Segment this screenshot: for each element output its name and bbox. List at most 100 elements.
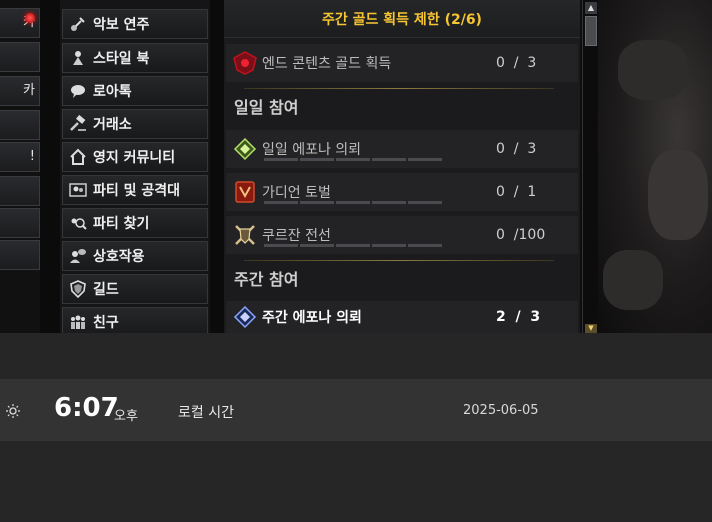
weekly-gold-panel: 주간 골드 획득 제한 (2/6) 엔드 콘텐츠 골드 획득 0 / 3 일일 … xyxy=(224,0,580,333)
menu-item-exchange[interactable]: 거래소 xyxy=(62,109,208,139)
menu-item-lopang-talk[interactable]: 로아톡 xyxy=(62,76,208,106)
menu-item-label: 길드 xyxy=(93,282,119,298)
menu-item-interaction[interactable]: 상호작용 xyxy=(62,241,208,271)
guardian-raid-count: 0 / 1 xyxy=(496,184,537,200)
menu-item-label: 친구 xyxy=(93,315,119,331)
progress-pips xyxy=(264,158,442,161)
progress-pip xyxy=(408,201,442,204)
scroll-down-icon[interactable]: ▼ xyxy=(585,324,597,333)
background-rock xyxy=(618,40,688,100)
menu-item-label: 악보 연주 xyxy=(93,17,150,33)
menu-item-label: 파티 찾기 xyxy=(93,216,150,232)
shield-icon xyxy=(63,275,93,303)
menu-item-friends[interactable]: 친구 xyxy=(62,307,208,333)
weekly-epona-name: 주간 에포나 의뢰 xyxy=(262,310,362,326)
progress-pip xyxy=(264,158,298,161)
daily-row-guardian[interactable]: 가디언 토벌 0 / 1 xyxy=(226,173,578,211)
menu-item-label: 거래소 xyxy=(93,117,132,133)
end-content-count: 0 / 3 xyxy=(496,55,537,71)
section-divider xyxy=(244,88,554,89)
left-menu-item[interactable] xyxy=(0,240,40,270)
screen: 카 카 ! 악보 연주 스타일 북 xyxy=(0,0,712,522)
menu-item-party-finder[interactable]: 파티 찾기 xyxy=(62,208,208,238)
daily-row-kurzan[interactable]: 쿠르잔 전선 0 /100 xyxy=(226,216,578,254)
left-menu-item[interactable]: ! xyxy=(0,142,40,172)
gavel-icon xyxy=(63,110,93,138)
weekly-row-epona[interactable]: 주간 에포나 의뢰 2 / 3 xyxy=(226,301,578,333)
guardian-raid-name: 가디언 토벌 xyxy=(262,185,331,201)
frame-divider xyxy=(210,0,224,333)
weekly-epona-icon xyxy=(230,302,260,332)
progress-pip xyxy=(336,201,370,204)
progress-pip xyxy=(408,158,442,161)
left-menu-item[interactable] xyxy=(0,42,40,72)
progress-pip xyxy=(264,201,298,204)
progress-pips xyxy=(264,201,442,204)
menu-item-stronghold-community[interactable]: 영지 커뮤니티 xyxy=(62,142,208,172)
menu-item-guild[interactable]: 길드 xyxy=(62,274,208,304)
daily-epona-name: 일일 에포나 의뢰 xyxy=(262,142,362,158)
left-menu-item[interactable] xyxy=(0,208,40,238)
community-menu: 악보 연주 스타일 북 로아톡 거래소 영지 커뮤니티 파티 및 공격대 파티 … xyxy=(60,0,210,333)
background-rock xyxy=(603,250,663,310)
house-icon xyxy=(63,143,93,171)
menu-item-music[interactable]: 악보 연주 xyxy=(62,9,208,39)
menu-item-label: 스타일 북 xyxy=(93,51,150,67)
progress-pip xyxy=(372,201,406,204)
clock-time: 6:07 xyxy=(54,393,119,423)
progress-pip xyxy=(300,201,334,204)
section-divider xyxy=(244,260,554,261)
chat-bubble-icon xyxy=(63,77,93,105)
daily-epona-count: 0 / 3 xyxy=(496,141,537,157)
daily-section-title: 일일 참여 xyxy=(234,98,299,117)
left-menu-item[interactable]: 카 xyxy=(0,8,40,38)
interaction-icon xyxy=(63,242,93,270)
background-rock xyxy=(648,150,708,240)
kurzan-front-name: 쿠르잔 전선 xyxy=(262,228,331,244)
menu-item-style-book[interactable]: 스타일 북 xyxy=(62,43,208,73)
progress-pip xyxy=(336,244,370,247)
panel-scrollbar[interactable]: ▲ ▼ xyxy=(582,0,598,333)
frame-divider xyxy=(40,0,60,333)
party-search-icon xyxy=(63,209,93,237)
progress-pip xyxy=(336,158,370,161)
weekly-section-title: 주간 참여 xyxy=(234,270,299,289)
clock-bar: 6:07 오후 로컬 시간 2025-06-05 xyxy=(0,379,712,441)
menu-item-label: 영지 커뮤니티 xyxy=(93,150,176,166)
kurzan-front-icon xyxy=(230,220,260,250)
sun-icon[interactable] xyxy=(6,403,20,418)
taskbar-bottom xyxy=(0,441,712,522)
progress-pip xyxy=(372,244,406,247)
menu-item-label: 파티 및 공격대 xyxy=(93,183,181,199)
end-content-row[interactable]: 엔드 콘텐츠 골드 획득 0 / 3 xyxy=(226,44,578,82)
progress-pips xyxy=(264,244,442,247)
clock-date: 2025-06-05 xyxy=(463,403,539,418)
weekly-epona-count: 2 / 3 xyxy=(496,309,541,325)
left-menu-column: 카 카 ! xyxy=(0,0,40,333)
guardian-raid-icon xyxy=(230,177,260,207)
menu-item-party-raid[interactable]: 파티 및 공격대 xyxy=(62,175,208,205)
end-content-icon xyxy=(230,48,260,78)
taskbar-spacer xyxy=(0,333,712,379)
progress-pip xyxy=(264,244,298,247)
party-icon xyxy=(63,176,93,204)
end-content-name: 엔드 콘텐츠 골드 획득 xyxy=(262,56,392,72)
guitar-icon xyxy=(63,10,93,38)
progress-pip xyxy=(372,158,406,161)
epona-diamond-icon xyxy=(230,134,260,164)
daily-row-epona[interactable]: 일일 에포나 의뢰 0 / 3 xyxy=(226,130,578,168)
left-menu-item[interactable]: 카 xyxy=(0,76,40,106)
left-menu-item[interactable] xyxy=(0,110,40,140)
scroll-up-icon[interactable]: ▲ xyxy=(585,2,597,14)
progress-pip xyxy=(300,244,334,247)
panel-title: 주간 골드 획득 제한 (2/6) xyxy=(224,0,580,38)
progress-pip xyxy=(408,244,442,247)
game-background xyxy=(598,0,712,333)
menu-item-label: 로아톡 xyxy=(93,84,132,100)
scroll-thumb[interactable] xyxy=(585,16,597,46)
progress-pip xyxy=(300,158,334,161)
clock-ampm: 오후 xyxy=(114,409,138,424)
friends-icon xyxy=(63,308,93,333)
left-menu-item[interactable] xyxy=(0,176,40,206)
menu-item-label: 상호작용 xyxy=(93,249,145,265)
